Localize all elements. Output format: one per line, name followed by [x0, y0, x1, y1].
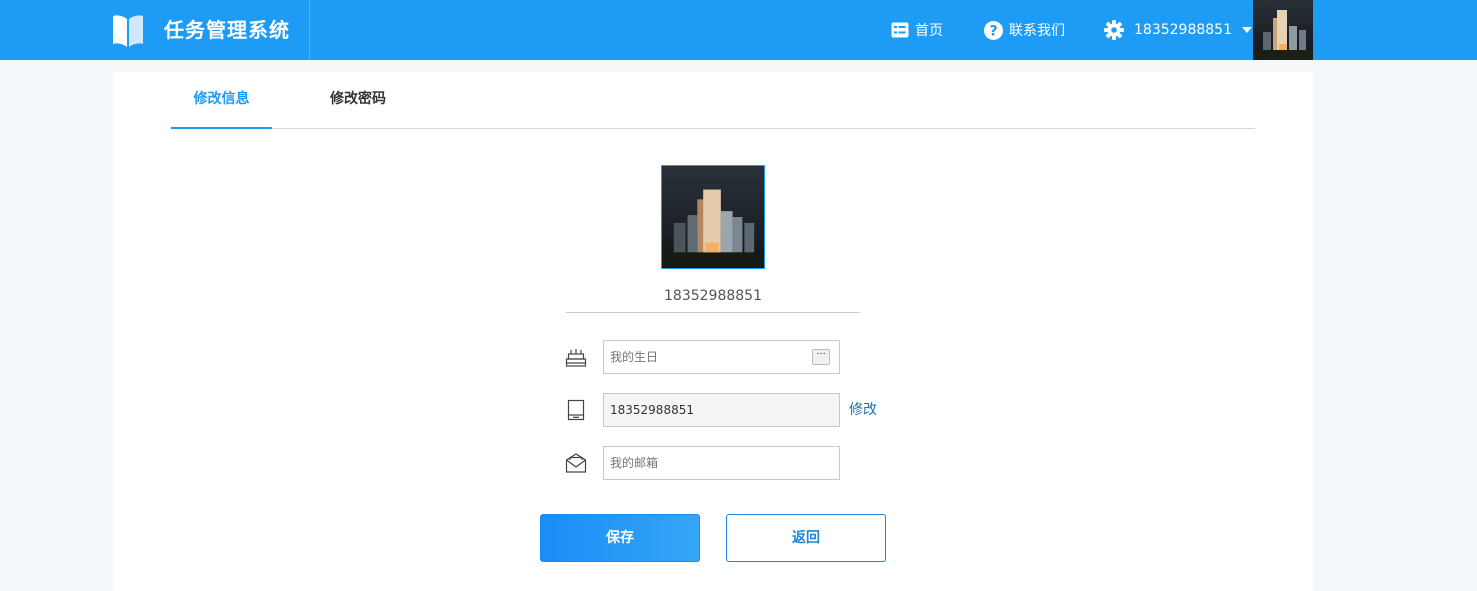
back-button[interactable]: 返回: [726, 514, 886, 562]
app-title: 任务管理系统: [164, 18, 290, 42]
svg-text:?: ?: [989, 23, 997, 39]
envelope-icon: [565, 453, 587, 473]
phone-field: [603, 393, 840, 427]
profile-avatar[interactable]: [661, 165, 765, 269]
email-input[interactable]: [603, 446, 840, 480]
chevron-down-icon: [1241, 27, 1252, 33]
cake-icon: [565, 349, 587, 367]
user-name: 18352988851: [1134, 22, 1232, 38]
save-button[interactable]: 保存: [540, 514, 700, 562]
nav-home[interactable]: 首页: [891, 0, 943, 60]
building-photo-icon: [662, 166, 764, 268]
gear-icon: [1104, 20, 1124, 40]
top-bar: 任务管理系统 首页 ? 联系我们 18352988851: [0, 0, 1477, 60]
nav-contact-label: 联系我们: [1009, 23, 1065, 39]
profile-card: 修改信息 修改密码 18352988851 我的生日 ··· 183529888…: [113, 72, 1313, 591]
tab-bar: 修改信息 修改密码: [171, 72, 1255, 129]
question-icon: ?: [984, 20, 1003, 40]
header-avatar[interactable]: [1253, 0, 1313, 60]
user-menu[interactable]: 18352988851: [1104, 0, 1252, 60]
nav-contact[interactable]: ? 联系我们: [984, 0, 1065, 60]
nav-home-label: 首页: [915, 23, 943, 39]
tab-edit-info[interactable]: 修改信息: [171, 72, 272, 129]
profile-username: 18352988851: [566, 284, 860, 313]
birthday-input[interactable]: [603, 340, 840, 374]
brand[interactable]: 任务管理系统: [0, 0, 310, 60]
phone-icon: [567, 399, 585, 421]
date-picker-button[interactable]: ···: [812, 349, 830, 365]
modify-phone-link[interactable]: 修改: [849, 400, 877, 420]
tab-change-password[interactable]: 修改密码: [308, 72, 408, 129]
list-icon: [891, 22, 909, 38]
book-logo-icon: [113, 15, 143, 47]
building-photo-icon: [1253, 0, 1313, 60]
